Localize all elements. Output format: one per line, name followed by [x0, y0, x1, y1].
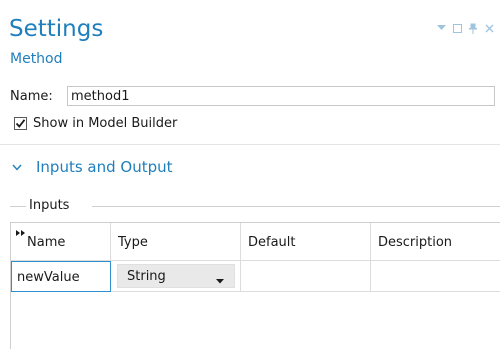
column-header-name[interactable]: Name — [11, 223, 111, 261]
divider — [0, 144, 500, 145]
column-header-default[interactable]: Default — [241, 223, 371, 261]
inputs-table: Name Type Default Description newValue S… — [10, 222, 500, 349]
name-cell-editor[interactable]: newValue — [11, 261, 111, 292]
dropdown-arrow-icon — [216, 274, 224, 287]
name-input[interactable] — [67, 86, 495, 106]
type-select[interactable]: String — [117, 264, 235, 288]
group-border — [92, 206, 500, 207]
maximize-icon[interactable] — [452, 22, 462, 34]
show-in-model-builder-row[interactable]: Show in Model Builder — [14, 117, 177, 130]
column-header-label: Default — [248, 235, 296, 250]
type-cell[interactable]: String — [111, 261, 241, 292]
chevron-down-icon — [12, 164, 24, 171]
window-controls — [436, 22, 494, 34]
section-title: Inputs and Output — [36, 158, 173, 176]
column-header-description[interactable]: Description — [371, 223, 500, 261]
show-in-model-builder-checkbox[interactable] — [14, 117, 27, 130]
settings-subtitle: Method — [10, 51, 63, 67]
show-in-model-builder-label: Show in Model Builder — [33, 116, 178, 131]
column-header-type[interactable]: Type — [111, 223, 241, 261]
close-icon[interactable] — [484, 22, 494, 34]
settings-title: Settings — [9, 16, 104, 42]
section-header-inputs-output[interactable]: Inputs and Output — [12, 160, 173, 175]
move-handle-icon[interactable] — [16, 226, 25, 239]
name-label: Name: — [10, 89, 53, 104]
column-header-label: Type — [118, 235, 148, 250]
checkmark-icon — [15, 119, 26, 128]
dropdown-arrow-icon[interactable] — [436, 22, 446, 34]
column-header-label: Description — [378, 235, 453, 250]
settings-panel: Settings Method Name: Show in Model Buil… — [0, 0, 500, 349]
group-border — [10, 206, 26, 207]
default-cell[interactable] — [241, 261, 371, 292]
table-header: Name Type Default Description — [11, 223, 500, 261]
description-cell[interactable] — [371, 261, 500, 292]
pin-icon[interactable] — [468, 22, 478, 34]
table-row: newValue String — [11, 261, 500, 292]
column-header-label: Name — [27, 235, 66, 250]
type-select-value: String — [127, 269, 166, 284]
name-cell[interactable]: newValue — [11, 261, 111, 292]
inputs-group-label: Inputs — [29, 198, 70, 213]
